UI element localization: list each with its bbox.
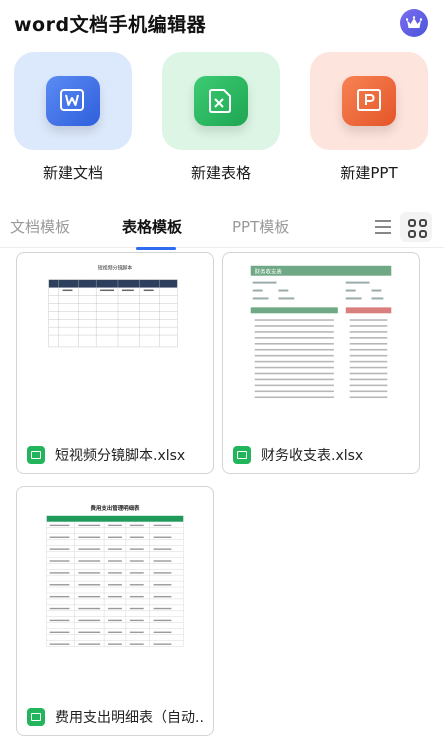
finance-thumbnail: 财务收支表 bbox=[250, 265, 392, 399]
template-tabs: 文档模板 表格模板 PPT模板 bbox=[0, 204, 444, 250]
template-name: 短视频分镜脚本.xlsx bbox=[55, 448, 186, 464]
template-footer: 费用支出明细表（自动.. bbox=[17, 699, 213, 735]
crown-icon bbox=[406, 16, 422, 28]
list-view-icon[interactable] bbox=[372, 216, 394, 238]
tab-spreadsheet-templates[interactable]: 表格模板 bbox=[122, 216, 182, 237]
create-new-section: 新建文档 新建表格 新建PPT bbox=[0, 52, 444, 192]
new-document-button[interactable]: 新建文档 bbox=[14, 52, 134, 192]
template-footer: 短视频分镜脚本.xlsx bbox=[17, 437, 213, 473]
storyboard-thumbnail: 短视频分镜脚本 bbox=[48, 265, 178, 348]
new-spreadsheet-label: 新建表格 bbox=[190, 164, 251, 182]
storyboard-thumb-title: 短视频分镜脚本 bbox=[98, 265, 133, 272]
template-name: 费用支出明细表（自动.. bbox=[55, 710, 204, 726]
template-card-finance[interactable]: 财务收支表 财务收支表.xlsx bbox=[222, 252, 420, 474]
app-title: word文档手机编辑器 bbox=[14, 14, 207, 36]
new-document-label: 新建文档 bbox=[42, 164, 103, 182]
new-ppt-label: 新建PPT bbox=[340, 164, 398, 182]
tab-ppt-templates[interactable]: PPT模板 bbox=[232, 216, 289, 237]
finance-thumb-title: 财务收支表 bbox=[255, 268, 283, 276]
excel-icon bbox=[194, 76, 248, 126]
expense-thumbnail: 费用支出管理明细表 bbox=[46, 504, 184, 647]
new-ppt-tile[interactable] bbox=[310, 52, 428, 150]
template-footer: 财务收支表.xlsx bbox=[223, 437, 419, 473]
excel-file-icon bbox=[27, 708, 45, 726]
new-document-tile[interactable] bbox=[14, 52, 132, 150]
new-spreadsheet-tile[interactable] bbox=[162, 52, 280, 150]
excel-file-icon bbox=[27, 446, 45, 464]
new-ppt-button[interactable]: 新建PPT bbox=[310, 52, 430, 192]
tab-document-templates[interactable]: 文档模板 bbox=[10, 216, 70, 237]
ppt-icon bbox=[342, 76, 396, 126]
active-tab-indicator bbox=[136, 247, 176, 250]
new-spreadsheet-button[interactable]: 新建表格 bbox=[162, 52, 282, 192]
grid-view-icon[interactable] bbox=[400, 212, 432, 242]
vip-crown-button[interactable] bbox=[400, 9, 428, 37]
expense-thumb-title: 费用支出管理明细表 bbox=[90, 504, 141, 512]
excel-file-icon bbox=[233, 446, 251, 464]
word-icon bbox=[46, 76, 100, 126]
template-name: 财务收支表.xlsx bbox=[261, 448, 364, 464]
template-card-expense[interactable]: 费用支出管理明细表 费用支出明细表（自动.. bbox=[16, 486, 214, 736]
app-header: word文档手机编辑器 bbox=[0, 0, 444, 44]
template-card-storyboard[interactable]: 短视频分镜脚本 短视频分镜脚本.xlsx bbox=[16, 252, 214, 474]
